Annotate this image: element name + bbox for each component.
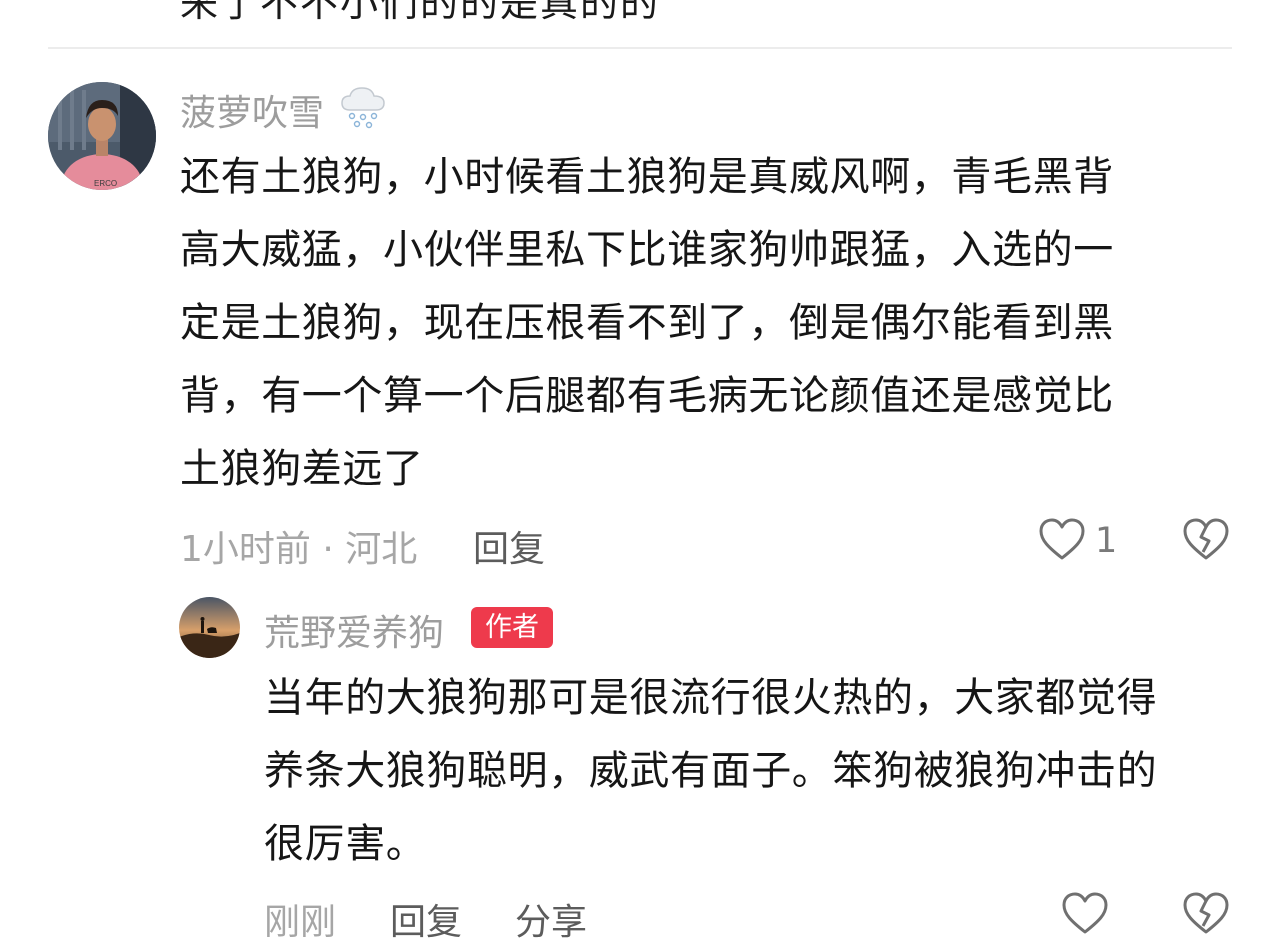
reply-reply-button[interactable]: 回复 xyxy=(390,893,462,945)
reply-line: 养条大狼狗聪明，威武有面子。笨狗被狼狗冲击的 xyxy=(264,748,1158,794)
previous-comment-fragment: 来了不不小们的的是真的的 xyxy=(180,0,661,25)
comment-line: 还有土狼狗，小时候看土狼狗是真威风啊，青毛黑背 xyxy=(180,154,1114,200)
reply-line: 很厉害。 xyxy=(264,821,427,867)
comment-text: 还有土狼狗，小时候看土狼狗是真威风啊，青毛黑背 高大威猛，小伙伴里私下比谁家狗帅… xyxy=(180,141,1200,506)
comment-divider xyxy=(48,47,1232,49)
broken-heart-icon[interactable] xyxy=(1182,891,1230,937)
comment-time-location: 1小时前 · 河北 xyxy=(180,529,418,570)
reply-time: 刚刚 xyxy=(264,902,337,943)
reply-text: 当年的大狼狗那可是很流行很火热的，大家都觉得 养条大狼狗聪明，威武有面子。笨狗被… xyxy=(264,662,1244,881)
comment-line: 背，有一个算一个后腿都有毛病无论颜值还是感觉比 xyxy=(180,373,1114,419)
svg-text:ERCO: ERCO xyxy=(94,179,117,188)
reply-username[interactable]: 荒野爱养狗 xyxy=(264,604,444,656)
comment-line: 土狼狗差远了 xyxy=(180,446,424,492)
reply-avatar-image xyxy=(179,597,240,658)
comment-username[interactable]: 菠萝吹雪 xyxy=(180,84,324,136)
comment-reply-button[interactable]: 回复 xyxy=(473,520,545,572)
heart-icon[interactable] xyxy=(1061,891,1109,937)
reply-line: 当年的大狼狗那可是很流行很火热的，大家都觉得 xyxy=(264,675,1158,721)
reply-share-button[interactable]: 分享 xyxy=(515,893,587,945)
reply-avatar[interactable] xyxy=(179,597,240,658)
heart-icon[interactable] xyxy=(1038,517,1086,563)
snow-cloud-icon xyxy=(341,87,385,129)
avatar-image: ERCO xyxy=(48,82,156,190)
like-count: 1 xyxy=(1095,521,1118,561)
broken-heart-icon[interactable] xyxy=(1182,517,1230,563)
comment-line: 定是土狼狗，现在压根看不到了，倒是偶尔能看到黑 xyxy=(180,300,1114,346)
avatar[interactable]: ERCO xyxy=(48,82,156,190)
author-badge: 作者 xyxy=(471,607,553,648)
comment-line: 高大威猛，小伙伴里私下比谁家狗帅跟猛，入选的一 xyxy=(180,227,1114,273)
